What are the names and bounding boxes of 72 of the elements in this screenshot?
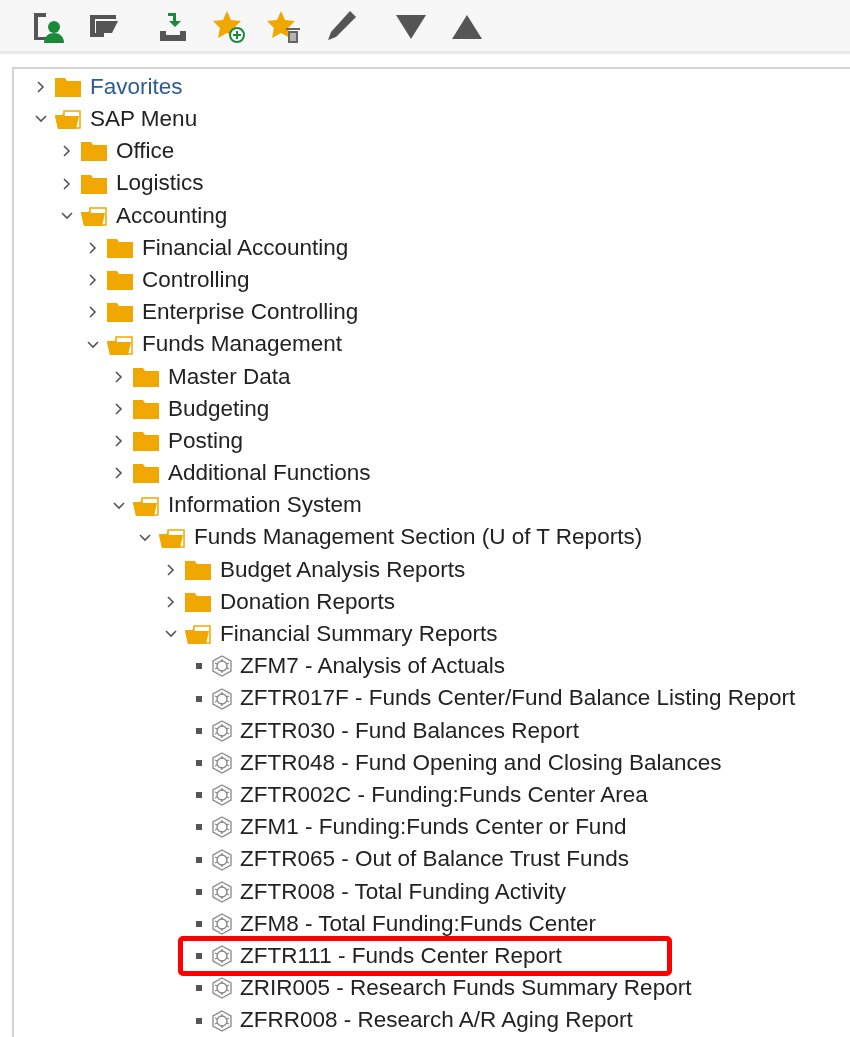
folder-icon (54, 76, 82, 99)
transaction-item[interactable]: ZFM8 - Total Funding:Funds Center (240, 912, 596, 936)
folder-icon (106, 269, 134, 292)
folder-icon (132, 397, 160, 420)
transaction-icon (210, 911, 234, 936)
transaction-icon (210, 686, 234, 711)
open-folder-icon (158, 526, 186, 549)
bullet-icon (196, 985, 202, 992)
bullet-icon (196, 856, 202, 863)
transaction-item[interactable]: ZRIR005 - Research Funds Summary Report (240, 977, 692, 1000)
transaction-icon (210, 944, 234, 969)
transaction-icon (210, 654, 234, 679)
transaction-icon (210, 976, 234, 1001)
transaction-icon (210, 879, 234, 904)
transaction-icon (210, 751, 234, 776)
folder-icon (132, 462, 160, 485)
bullet-icon (196, 1017, 202, 1024)
transaction-item[interactable]: ZFTR030 - Fund Balances Report (240, 719, 579, 743)
transaction-item[interactable]: ZFTR002C - Funding:Funds Center Area (240, 783, 648, 807)
folder-icon (106, 301, 134, 324)
transaction-icon (210, 1008, 234, 1033)
folder-item[interactable]: Information System (168, 494, 362, 517)
transaction-icon (210, 718, 234, 743)
folder-item[interactable]: Controlling (142, 268, 250, 292)
transaction-item[interactable]: ZFTR048 - Fund Opening and Closing Balances (240, 751, 722, 775)
open-folder-icon (106, 333, 134, 356)
folder-item[interactable]: SAP Menu (90, 108, 198, 131)
folder-item[interactable]: Favorites (90, 75, 183, 99)
folder-item[interactable]: Budgeting (168, 397, 270, 421)
folder-item[interactable]: Office (116, 140, 175, 163)
open-folder-icon (80, 204, 108, 227)
transaction-item[interactable]: ZFM7 - Analysis of Actuals (240, 655, 506, 678)
bullet-icon (196, 663, 202, 670)
transaction-item[interactable]: ZFTR065 - Out of Balance Trust Funds (240, 848, 629, 871)
transaction-icon (210, 783, 234, 808)
transaction-item[interactable]: ZFTR008 - Total Funding Activity (240, 880, 566, 904)
bullet-icon (196, 888, 202, 895)
folder-icon (80, 172, 108, 195)
folder-icon (132, 430, 160, 453)
transaction-item[interactable]: ZFM1 - Funding:Funds Center or Fund (240, 816, 627, 839)
bullet-icon (196, 920, 202, 927)
open-folder-icon (184, 623, 212, 646)
bullet-icon (196, 824, 202, 831)
open-folder-icon (132, 494, 160, 517)
transaction-item[interactable]: ZFRR008 - Research A/R Aging Report (240, 1009, 633, 1032)
transaction-item[interactable]: ZFTR017F - Funds Center/Fund Balance Listing Report (240, 687, 796, 710)
transaction-icon (210, 847, 234, 872)
folder-item[interactable]: Budget Analysis Reports (220, 558, 466, 582)
folder-item[interactable]: Posting (168, 429, 244, 453)
folder-item[interactable]: Logistics (116, 172, 204, 195)
bullet-icon (196, 953, 202, 960)
folder-icon (184, 558, 212, 581)
folder-item[interactable]: Financial Accounting (142, 236, 349, 260)
folder-item[interactable]: Enterprise Controlling (142, 301, 359, 324)
transaction-icon (210, 815, 234, 840)
folder-item[interactable]: Additional Functions (168, 462, 371, 485)
bullet-icon (196, 760, 202, 767)
folder-item[interactable]: Financial Summary Reports (220, 623, 498, 646)
bullet-icon (196, 727, 202, 734)
folder-icon (106, 237, 134, 260)
folder-item[interactable]: Funds Management Section (U of T Reports) (194, 526, 643, 549)
folder-item[interactable]: Funds Management (142, 333, 343, 356)
bullet-icon (196, 792, 202, 799)
folder-icon (184, 591, 212, 614)
transaction-item[interactable]: ZFTR111 - Funds Center Report (240, 944, 562, 968)
folder-icon (80, 140, 108, 163)
open-folder-icon (54, 108, 82, 131)
folder-icon (132, 365, 160, 388)
folder-item[interactable]: Master Data (168, 365, 291, 389)
bullet-icon (196, 695, 202, 702)
folder-item[interactable]: Accounting (116, 204, 228, 228)
folder-item[interactable]: Donation Reports (220, 590, 396, 614)
